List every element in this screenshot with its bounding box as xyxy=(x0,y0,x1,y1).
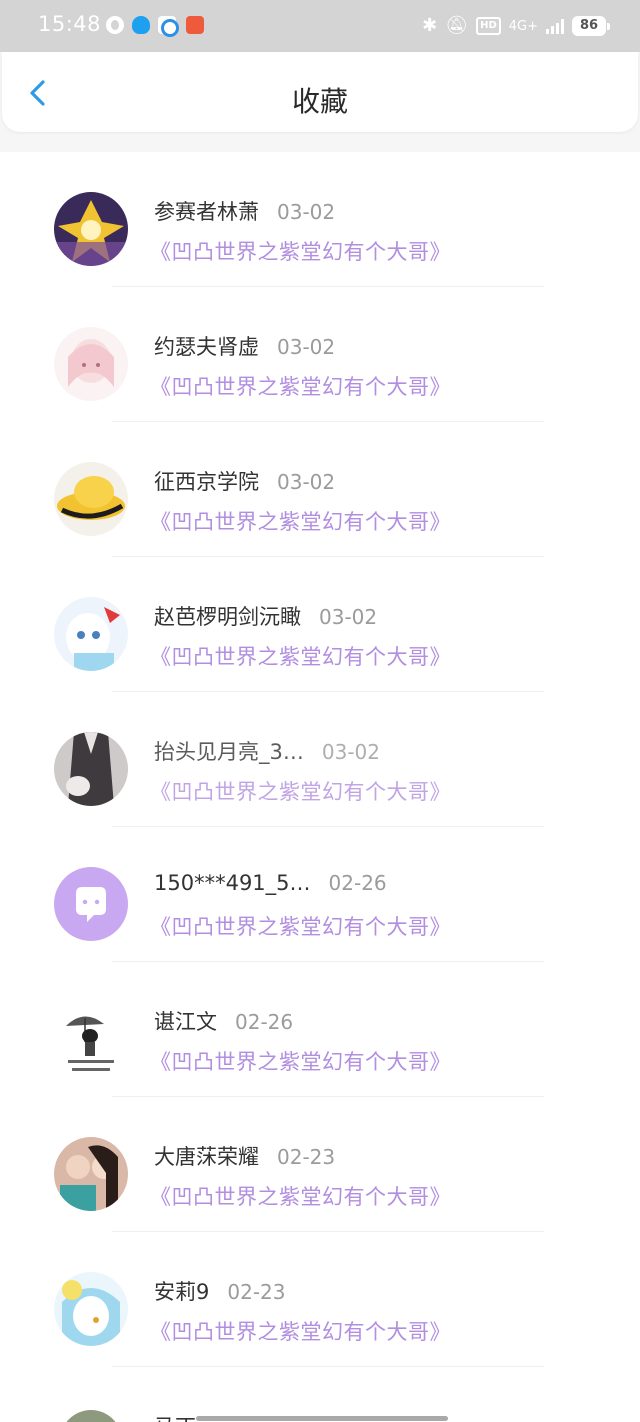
avatar[interactable] xyxy=(54,192,128,266)
bluetooth-icon: ✱ xyxy=(422,15,438,36)
book-title[interactable]: 《凹凸世界之紫堂幻有个大哥》 xyxy=(150,1046,451,1076)
list-item[interactable]: 抬头见月亮_3… 03-02 《凹凸世界之紫堂幻有个大哥》 xyxy=(0,720,640,855)
favorite-date: 03-02 xyxy=(277,335,336,359)
book-title[interactable]: 《凹凸世界之紫堂幻有个大哥》 xyxy=(150,641,451,671)
divider xyxy=(112,826,544,827)
list-item[interactable]: 约瑟夫肾虚 03-02 《凹凸世界之紫堂幻有个大哥》 xyxy=(0,315,640,450)
divider xyxy=(112,961,544,962)
favorite-date: 03-02 xyxy=(277,200,336,224)
favorite-date: 03-02 xyxy=(277,470,336,494)
list-item[interactable]: 征西京学院 03-02 《凹凸世界之紫堂幻有个大哥》 xyxy=(0,450,640,585)
mute-icon: 🔕︎ xyxy=(445,15,469,36)
avatar[interactable] xyxy=(54,1272,128,1346)
favorite-date: 02-23 xyxy=(227,1280,286,1304)
book-title[interactable]: 《凹凸世界之紫堂幻有个大哥》 xyxy=(150,1181,451,1211)
header-background: 收藏 xyxy=(0,52,640,152)
list-item[interactable]: 谌江文 02-26 《凹凸世界之紫堂幻有个大哥》 xyxy=(0,990,640,1125)
browser-icon xyxy=(158,16,179,37)
avatar[interactable] xyxy=(54,732,128,806)
divider xyxy=(112,1231,544,1232)
divider xyxy=(112,421,544,422)
page-title: 收藏 xyxy=(291,85,348,118)
favorite-date: 02-23 xyxy=(277,1145,336,1169)
user-name: 大唐莯荣耀 xyxy=(154,1145,259,1169)
list-item[interactable]: 大唐莯荣耀 02-23 《凹凸世界之紫堂幻有个大哥》 xyxy=(0,1125,640,1260)
avatar[interactable] xyxy=(60,1410,122,1422)
user-name: 150***491_5… xyxy=(154,871,311,895)
divider xyxy=(112,1366,544,1367)
list-item[interactable]: 参赛者林萧 03-02 《凹凸世界之紫堂幻有个大哥》 xyxy=(0,180,640,315)
favorite-date: 02-26 xyxy=(235,1010,294,1034)
hd-icon: HD xyxy=(476,17,501,35)
book-title[interactable]: 《凹凸世界之紫堂幻有个大哥》 xyxy=(150,506,451,536)
avatar[interactable] xyxy=(54,867,128,941)
book-title[interactable]: 《凹凸世界之紫堂幻有个大哥》 xyxy=(150,911,451,941)
list-item[interactable]: 赵芭椤明剑沅瞰 03-02 《凹凸世界之紫堂幻有个大哥》 xyxy=(0,585,640,720)
avatar[interactable] xyxy=(54,597,128,671)
book-title[interactable]: 《凹凸世界之紫堂幻有个大哥》 xyxy=(150,371,451,401)
user-name: 征西京学院 xyxy=(154,470,259,494)
signal-icon xyxy=(546,18,564,34)
book-title[interactable]: 《凹凸世界之紫堂幻有个大哥》 xyxy=(150,236,451,266)
user-name: 抬头见月亮_3… xyxy=(154,740,304,764)
status-icons: ✱ 🔕︎ HD 4G+ 86 xyxy=(422,14,610,38)
avatar[interactable] xyxy=(54,1002,128,1076)
favorite-date: 03-02 xyxy=(321,740,380,764)
list-item[interactable]: 150***491_5… 02-26 《凹凸世界之紫堂幻有个大哥》 xyxy=(0,855,640,990)
home-indicator[interactable] xyxy=(196,1416,448,1421)
favorite-date: 03-02 xyxy=(319,605,378,629)
list-item[interactable]: 安莉9 02-23 《凹凸世界之紫堂幻有个大哥》 xyxy=(0,1260,640,1395)
user-name: 参赛者林萧 xyxy=(154,200,259,224)
network-label: 4G+ xyxy=(508,18,538,34)
book-title[interactable]: 《凹凸世界之紫堂幻有个大哥》 xyxy=(150,776,451,806)
status-bar: 15:48 ✱ 🔕︎ HD 4G+ 86 xyxy=(0,0,640,52)
globe-icon xyxy=(106,16,124,34)
user-name: 谌江文 xyxy=(154,1010,217,1034)
divider xyxy=(112,556,544,557)
book-title[interactable]: 《凹凸世界之紫堂幻有个大哥》 xyxy=(150,1316,451,1346)
status-time: 15:48 xyxy=(38,12,102,36)
user-name: 赵芭椤明剑沅瞰 xyxy=(154,605,301,629)
avatar[interactable] xyxy=(54,462,128,536)
user-name: 安莉9 xyxy=(154,1280,210,1304)
favorites-list: 参赛者林萧 03-02 《凹凸世界之紫堂幻有个大哥》 约瑟夫肾虚 03-02 《… xyxy=(0,152,640,1395)
divider xyxy=(112,1096,544,1097)
user-name: 马丁 xyxy=(154,1411,196,1422)
app-icon xyxy=(186,16,204,34)
user-name: 约瑟夫肾虚 xyxy=(154,335,259,359)
penguin-icon xyxy=(132,16,150,34)
favorite-date: 02-26 xyxy=(328,871,387,895)
divider xyxy=(112,691,544,692)
divider xyxy=(112,286,544,287)
header: 收藏 xyxy=(2,52,638,132)
battery-icon: 86 xyxy=(572,16,610,36)
avatar[interactable] xyxy=(54,1137,128,1211)
avatar[interactable] xyxy=(54,327,128,401)
